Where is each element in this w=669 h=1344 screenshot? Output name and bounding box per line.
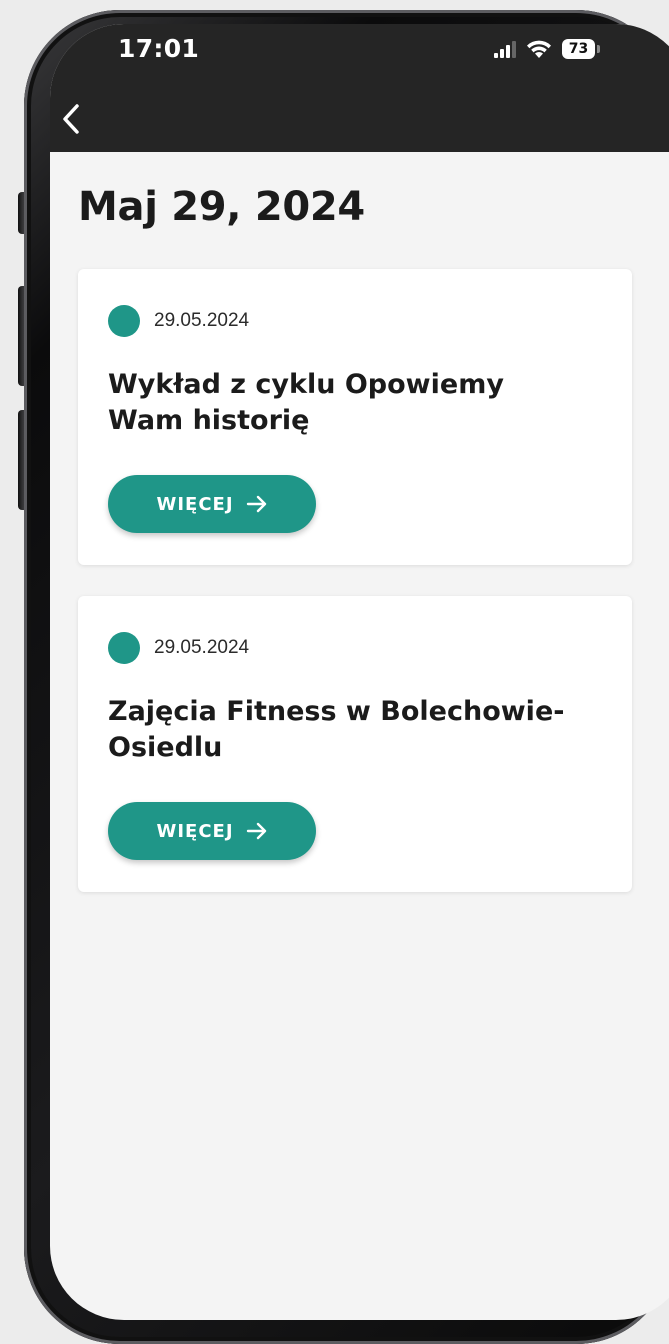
event-card: 29.05.2024 Wykład z cyklu Opowiemy Wam h…: [78, 269, 632, 565]
arrow-right-icon: [246, 495, 268, 513]
more-button[interactable]: WIĘCEJ: [108, 802, 316, 860]
event-date-row: 29.05.2024: [108, 305, 249, 337]
status-time: 17:01: [118, 34, 200, 63]
battery-icon: 73: [562, 39, 600, 59]
status-dot-icon: [108, 632, 140, 664]
more-button-label: WIĘCEJ: [156, 820, 234, 842]
event-date: 29.05.2024: [154, 310, 250, 331]
status-dot-icon: [108, 305, 140, 337]
event-card: 29.05.2024 Zajęcia Fitness w Bolechowie-…: [78, 596, 632, 892]
more-button[interactable]: WIĘCEJ: [108, 475, 316, 533]
event-date-row: 29.05.2024: [108, 632, 249, 664]
cellular-signal-icon: [494, 40, 516, 58]
chevron-left-icon: [63, 104, 79, 134]
app-header: 17:01 73: [50, 24, 669, 152]
event-date: 29.05.2024: [154, 637, 250, 658]
wifi-icon: [526, 39, 552, 59]
arrow-right-icon: [246, 822, 268, 840]
more-button-label: WIĘCEJ: [156, 493, 234, 515]
event-title: Wykład z cyklu Opowiemy Wam historię: [108, 369, 504, 436]
app-screen: 17:01 73 Maj 29, 2024 29.05.2024 Wykład …: [50, 24, 669, 1320]
page-title: Maj 29, 2024: [78, 184, 365, 230]
back-button[interactable]: [56, 102, 86, 136]
event-title: Zajęcia Fitness w Bolechowie-Osiedlu: [108, 696, 565, 763]
status-icons: 73: [494, 37, 600, 61]
